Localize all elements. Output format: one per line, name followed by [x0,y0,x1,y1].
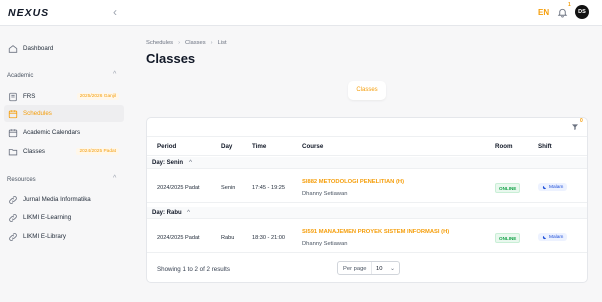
pagination-summary: Showing 1 to 2 of 2 results [157,266,230,273]
course-title[interactable]: SI882 METODOLOGI PENELITIAN (H) [302,179,404,185]
room-badge: ONLINE [495,233,521,243]
link-icon [9,232,17,241]
sidebar-item-label: LIKMI E-Library [23,233,66,240]
chevron-up-icon[interactable]: ^ [187,209,190,216]
cell-time: 18:30 - 21:00 [252,235,285,241]
chevron-right-icon: › [210,40,213,46]
breadcrumb-list: List [217,40,227,46]
sidebar-item-elearning[interactable]: LIKMI E-Learning [4,209,124,226]
column-header-period: Period [157,143,177,150]
sidebar-item-jurnal[interactable]: Jurnal Media Informatika [4,191,124,208]
cell-period: 2024/2025 Padat [157,185,200,191]
chevron-up-icon[interactable]: ^ [113,175,116,182]
shift-badge: Malam [538,233,568,241]
cell-day: Rabu [221,235,235,241]
group-row-rabu[interactable]: Day: Rabu ^ [147,207,587,219]
calendar-icon [8,128,18,137]
sidebar-item-frs[interactable]: FRS 2025/2026 Ganjil [4,88,124,105]
per-page-select[interactable]: Per page 10 ⌄ [337,261,400,275]
chevron-up-icon[interactable]: ^ [113,71,116,78]
cell-day: Senin [221,185,236,191]
cell-period: 2024/2025 Padat [157,235,200,241]
table-row[interactable]: 2024/2025 Padat Senin 17:45 - 19:25 SI88… [147,170,587,203]
top-bar: NEXUS ‹ EN 1 DS [0,0,602,26]
period-badge: 2025/2026 Ganjil [76,93,119,100]
room-badge: ONLINE [495,183,521,193]
group-label: Day: Senin [152,159,184,166]
per-page-label: Per page [343,265,367,272]
language-switcher[interactable]: EN [538,8,549,17]
folder-icon [8,148,18,155]
filter-count-badge: 0 [580,118,583,124]
page-title: Classes [146,51,196,66]
sidebar-item-dashboard[interactable]: Dashboard [4,40,124,57]
section-academic: Academic [7,73,34,79]
chevron-down-icon: ⌄ [390,265,396,272]
calendar-icon [8,109,18,118]
breadcrumb-schedules[interactable]: Schedules [146,40,173,46]
lecturer-name: Dhanny Setiawan [302,241,348,247]
sidebar-item-label: Jurnal Media Informatika [23,196,91,203]
link-icon [9,213,17,222]
shift-label: Malam [549,184,564,190]
avatar[interactable]: DS [575,5,589,19]
moon-icon [542,185,547,189]
sidebar-item-label: Dashboard [23,45,54,52]
app-logo[interactable]: NEXUS [8,7,49,19]
table-header: Period Day Time Course Room Shift [147,136,587,156]
classes-table-card: 0 Period Day Time Course Room Shift Day:… [146,117,588,283]
sidebar-item-schedules[interactable]: Schedules [4,105,124,122]
filter-icon[interactable] [571,123,579,131]
column-header-course: Course [302,143,324,150]
sidebar-item-academic-calendars[interactable]: Academic Calendars [4,124,124,141]
document-icon [9,92,17,101]
column-header-day: Day [221,143,233,150]
moon-icon [542,235,547,239]
shift-label: Malam [549,234,564,240]
per-page-value: 10 [376,265,383,272]
sidebar-item-label: LIKMI E-Learning [23,214,72,221]
collapse-sidebar-button[interactable]: ‹ [113,5,123,19]
table-row[interactable]: 2024/2025 Padat Rabu 18:30 - 21:00 SI591… [147,220,587,253]
sidebar: Dashboard Academic ^ FRS 2025/2026 Ganji… [0,26,133,302]
sidebar-item-elibrary[interactable]: LIKMI E-Library [4,228,124,245]
tab-classes[interactable]: Classes [348,81,386,100]
bell-icon[interactable] [557,6,568,19]
shift-badge: Malam [538,183,568,191]
group-label: Day: Rabu [152,209,182,216]
breadcrumb: Schedules › Classes › List [146,40,227,46]
lecturer-name: Dhanny Setiawan [302,191,348,197]
column-header-time: Time [252,143,267,150]
column-header-shift: Shift [538,143,552,150]
link-icon [9,195,17,204]
chevron-up-icon[interactable]: ^ [189,159,192,166]
period-badge: 2024/2025 Padat [76,148,119,155]
sidebar-item-label: Schedules [23,110,52,117]
chevron-right-icon: › [178,40,181,46]
cell-time: 17:45 - 19:25 [252,185,285,191]
group-row-senin[interactable]: Day: Senin ^ [147,157,587,169]
home-icon [8,44,18,53]
section-resources: Resources [7,177,36,183]
sidebar-item-classes[interactable]: Classes 2024/2025 Padat [4,143,124,160]
sidebar-item-label: FRS [23,93,36,100]
course-title[interactable]: SI591 MANAJEMEN PROYEK SISTEM INFORMASI … [302,229,449,235]
breadcrumb-classes[interactable]: Classes [185,40,206,46]
sidebar-item-label: Academic Calendars [23,129,81,136]
sidebar-item-label: Classes [23,148,46,155]
divider [371,262,372,274]
notification-count: 1 [568,2,571,8]
column-header-room: Room [495,143,513,150]
